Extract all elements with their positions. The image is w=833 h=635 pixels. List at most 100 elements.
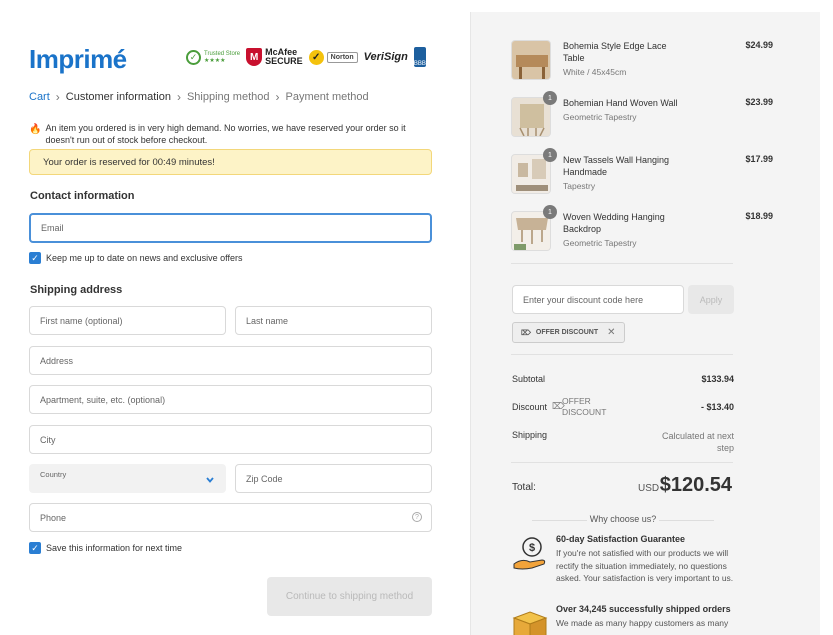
svg-text:$: $ bbox=[529, 542, 535, 554]
continue-to-shipping-button[interactable]: Continue to shipping method bbox=[267, 577, 432, 616]
address-field[interactable]: Address bbox=[29, 346, 432, 375]
quantity-badge: 1 bbox=[543, 91, 557, 105]
remove-discount-icon[interactable]: ✕ bbox=[607, 327, 615, 338]
newsletter-checkbox[interactable]: ✓ bbox=[29, 252, 41, 264]
email-field[interactable]: Email bbox=[29, 213, 432, 243]
discount-code-placeholder: Enter your discount code here bbox=[523, 294, 644, 305]
discount-tag-label: OFFER DISCOUNT bbox=[535, 329, 599, 336]
zip-code-placeholder: Zip Code bbox=[246, 473, 283, 484]
chevron-right-icon: › bbox=[55, 90, 60, 104]
order-item-name: Woven Wedding Hanging Backdrop Geometric… bbox=[563, 211, 681, 249]
first-name-placeholder: First name (optional) bbox=[40, 315, 123, 326]
address-placeholder: Address bbox=[40, 355, 74, 366]
last-name-field[interactable]: Last name bbox=[235, 306, 432, 335]
fire-icon: 🔥 bbox=[29, 124, 42, 135]
shipping-label: Shipping bbox=[512, 430, 548, 440]
breadcrumb-customer-information: Customer information bbox=[65, 91, 171, 103]
order-item-variant: Geometric Tapestry bbox=[563, 238, 637, 248]
apartment-field[interactable]: Apartment, suite, etc. (optional) bbox=[29, 385, 432, 414]
newsletter-label: Keep me up to date on news and exclusive… bbox=[46, 253, 243, 263]
order-item-title: Bohemian Hand Woven Wall bbox=[563, 98, 678, 108]
subtotal-value: $133.94 bbox=[701, 374, 734, 384]
help-icon[interactable]: ? bbox=[412, 512, 422, 522]
subtotal-row: Subtotal $133.94 bbox=[512, 374, 734, 384]
shipping-row: Shipping Calculated at next step bbox=[512, 430, 734, 453]
total-label: Total: bbox=[512, 482, 536, 493]
why-choose-us-heading: Why choose us? bbox=[512, 514, 734, 524]
divider bbox=[511, 462, 733, 463]
order-item-title: New Tassels Wall Hanging Handmade bbox=[563, 155, 670, 177]
save-info-label: Save this information for next time bbox=[46, 543, 183, 553]
total-value: $120.54 bbox=[659, 474, 732, 496]
shipped-orders-text: We made as many happy customers as many bbox=[556, 618, 729, 628]
divider bbox=[511, 263, 733, 264]
order-item-price: $24.99 bbox=[745, 40, 773, 50]
phone-field[interactable]: Phone ? bbox=[29, 503, 432, 532]
contact-section-title: Contact information bbox=[30, 190, 135, 202]
brand-logo[interactable]: Imprimé bbox=[29, 44, 127, 75]
shipping-value: Calculated at next step bbox=[661, 431, 734, 453]
order-item-variant: White / 45x45cm bbox=[563, 67, 627, 77]
discount-value: - $13.40 bbox=[700, 402, 734, 412]
country-select[interactable]: Country bbox=[29, 464, 226, 493]
discount-tag: ⌦ OFFER DISCOUNT ✕ bbox=[512, 322, 625, 343]
quantity-badge: 1 bbox=[543, 148, 557, 162]
chevron-right-icon: › bbox=[176, 90, 181, 104]
checkout-page: Imprimé ✓ Trusted Store ★★★★ M McAfee SECURE… bbox=[0, 0, 833, 635]
order-item-variant: Geometric Tapestry bbox=[563, 112, 637, 122]
country-label: Country bbox=[40, 470, 67, 479]
order-item-name: New Tassels Wall Hanging Handmade Tapest… bbox=[563, 154, 681, 192]
shipping-box-icon bbox=[512, 611, 548, 635]
save-info-checkbox[interactable]: ✓ bbox=[29, 542, 41, 554]
subtotal-label: Subtotal bbox=[512, 374, 546, 384]
product-thumbnail bbox=[511, 40, 551, 80]
order-item-price: $18.99 bbox=[745, 211, 773, 221]
money-hand-icon: $ bbox=[513, 537, 546, 570]
breadcrumb-payment-method: Payment method bbox=[285, 91, 369, 103]
trust-badges: ✓ Trusted Store ★★★★ M McAfee SECURE ✓ Norton… bbox=[186, 44, 426, 70]
save-info-checkbox-row[interactable]: ✓ Save this information for next time bbox=[29, 542, 182, 554]
checkout-main-column: Imprimé ✓ Trusted Store ★★★★ M McAfee SECURE… bbox=[0, 0, 470, 635]
shipping-section-title: Shipping address bbox=[30, 284, 123, 296]
total-currency: USD bbox=[638, 483, 660, 494]
breadcrumb: Cart › Customer information › Shipping m… bbox=[29, 90, 369, 104]
city-field[interactable]: City bbox=[29, 425, 432, 454]
email-placeholder: Email bbox=[41, 223, 64, 233]
discount-label: Discount bbox=[512, 402, 548, 412]
quantity-badge: 1 bbox=[543, 205, 557, 219]
tag-icon: ⌦ bbox=[521, 329, 531, 337]
order-item-name: Bohemian Hand Woven Wall Geometric Tapes… bbox=[563, 97, 681, 123]
order-item-name: Bohemia Style Edge Lace Table White / 45… bbox=[563, 40, 681, 78]
apply-discount-button[interactable]: Apply bbox=[688, 285, 734, 314]
bbb-icon: BBB bbox=[413, 46, 426, 68]
discount-code-text: OFFER DISCOUNT bbox=[562, 396, 607, 417]
breadcrumb-cart[interactable]: Cart bbox=[29, 91, 50, 103]
guarantee-text: If you're not satisfied with our product… bbox=[556, 548, 734, 583]
first-name-field[interactable]: First name (optional) bbox=[29, 306, 226, 335]
reservation-banner: Your order is reserved for 00:49 minutes… bbox=[29, 149, 432, 175]
apartment-placeholder: Apartment, suite, etc. (optional) bbox=[40, 394, 166, 405]
chevron-down-icon bbox=[206, 477, 214, 483]
guarantee-title: 60-day Satisfaction Guarantee bbox=[556, 534, 686, 544]
order-item-price: $17.99 bbox=[745, 154, 773, 164]
zip-code-field[interactable]: Zip Code bbox=[235, 464, 432, 493]
order-item-variant: Tapestry bbox=[563, 181, 596, 191]
verisign-icon: VeriSign bbox=[363, 51, 408, 63]
last-name-placeholder: Last name bbox=[246, 315, 289, 326]
shipped-orders-title: Over 34,245 successfully shipped orders bbox=[556, 604, 731, 614]
divider bbox=[511, 354, 733, 355]
order-item-title: Bohemia Style Edge Lace Table bbox=[563, 41, 667, 63]
demand-notice: 🔥 An item you ordered is in very high de… bbox=[29, 122, 429, 146]
chevron-right-icon: › bbox=[275, 90, 280, 104]
mcafee-shield-icon: M McAfee SECURE bbox=[246, 46, 303, 68]
order-summary-sidebar: Bohemia Style Edge Lace Table White / 45… bbox=[470, 12, 820, 635]
city-placeholder: City bbox=[40, 434, 56, 445]
order-item-price: $23.99 bbox=[745, 97, 773, 107]
demand-notice-text: An item you ordered is in very high dema… bbox=[45, 123, 406, 145]
phone-placeholder: Phone bbox=[40, 512, 67, 523]
breadcrumb-shipping-method: Shipping method bbox=[186, 91, 270, 103]
newsletter-checkbox-row[interactable]: ✓ Keep me up to date on news and exclusi… bbox=[29, 252, 242, 264]
norton-icon: ✓ Norton bbox=[308, 46, 358, 68]
trusted-store-icon: ✓ Trusted Store ★★★★ bbox=[186, 46, 240, 68]
discount-code-input[interactable]: Enter your discount code here bbox=[512, 285, 684, 314]
